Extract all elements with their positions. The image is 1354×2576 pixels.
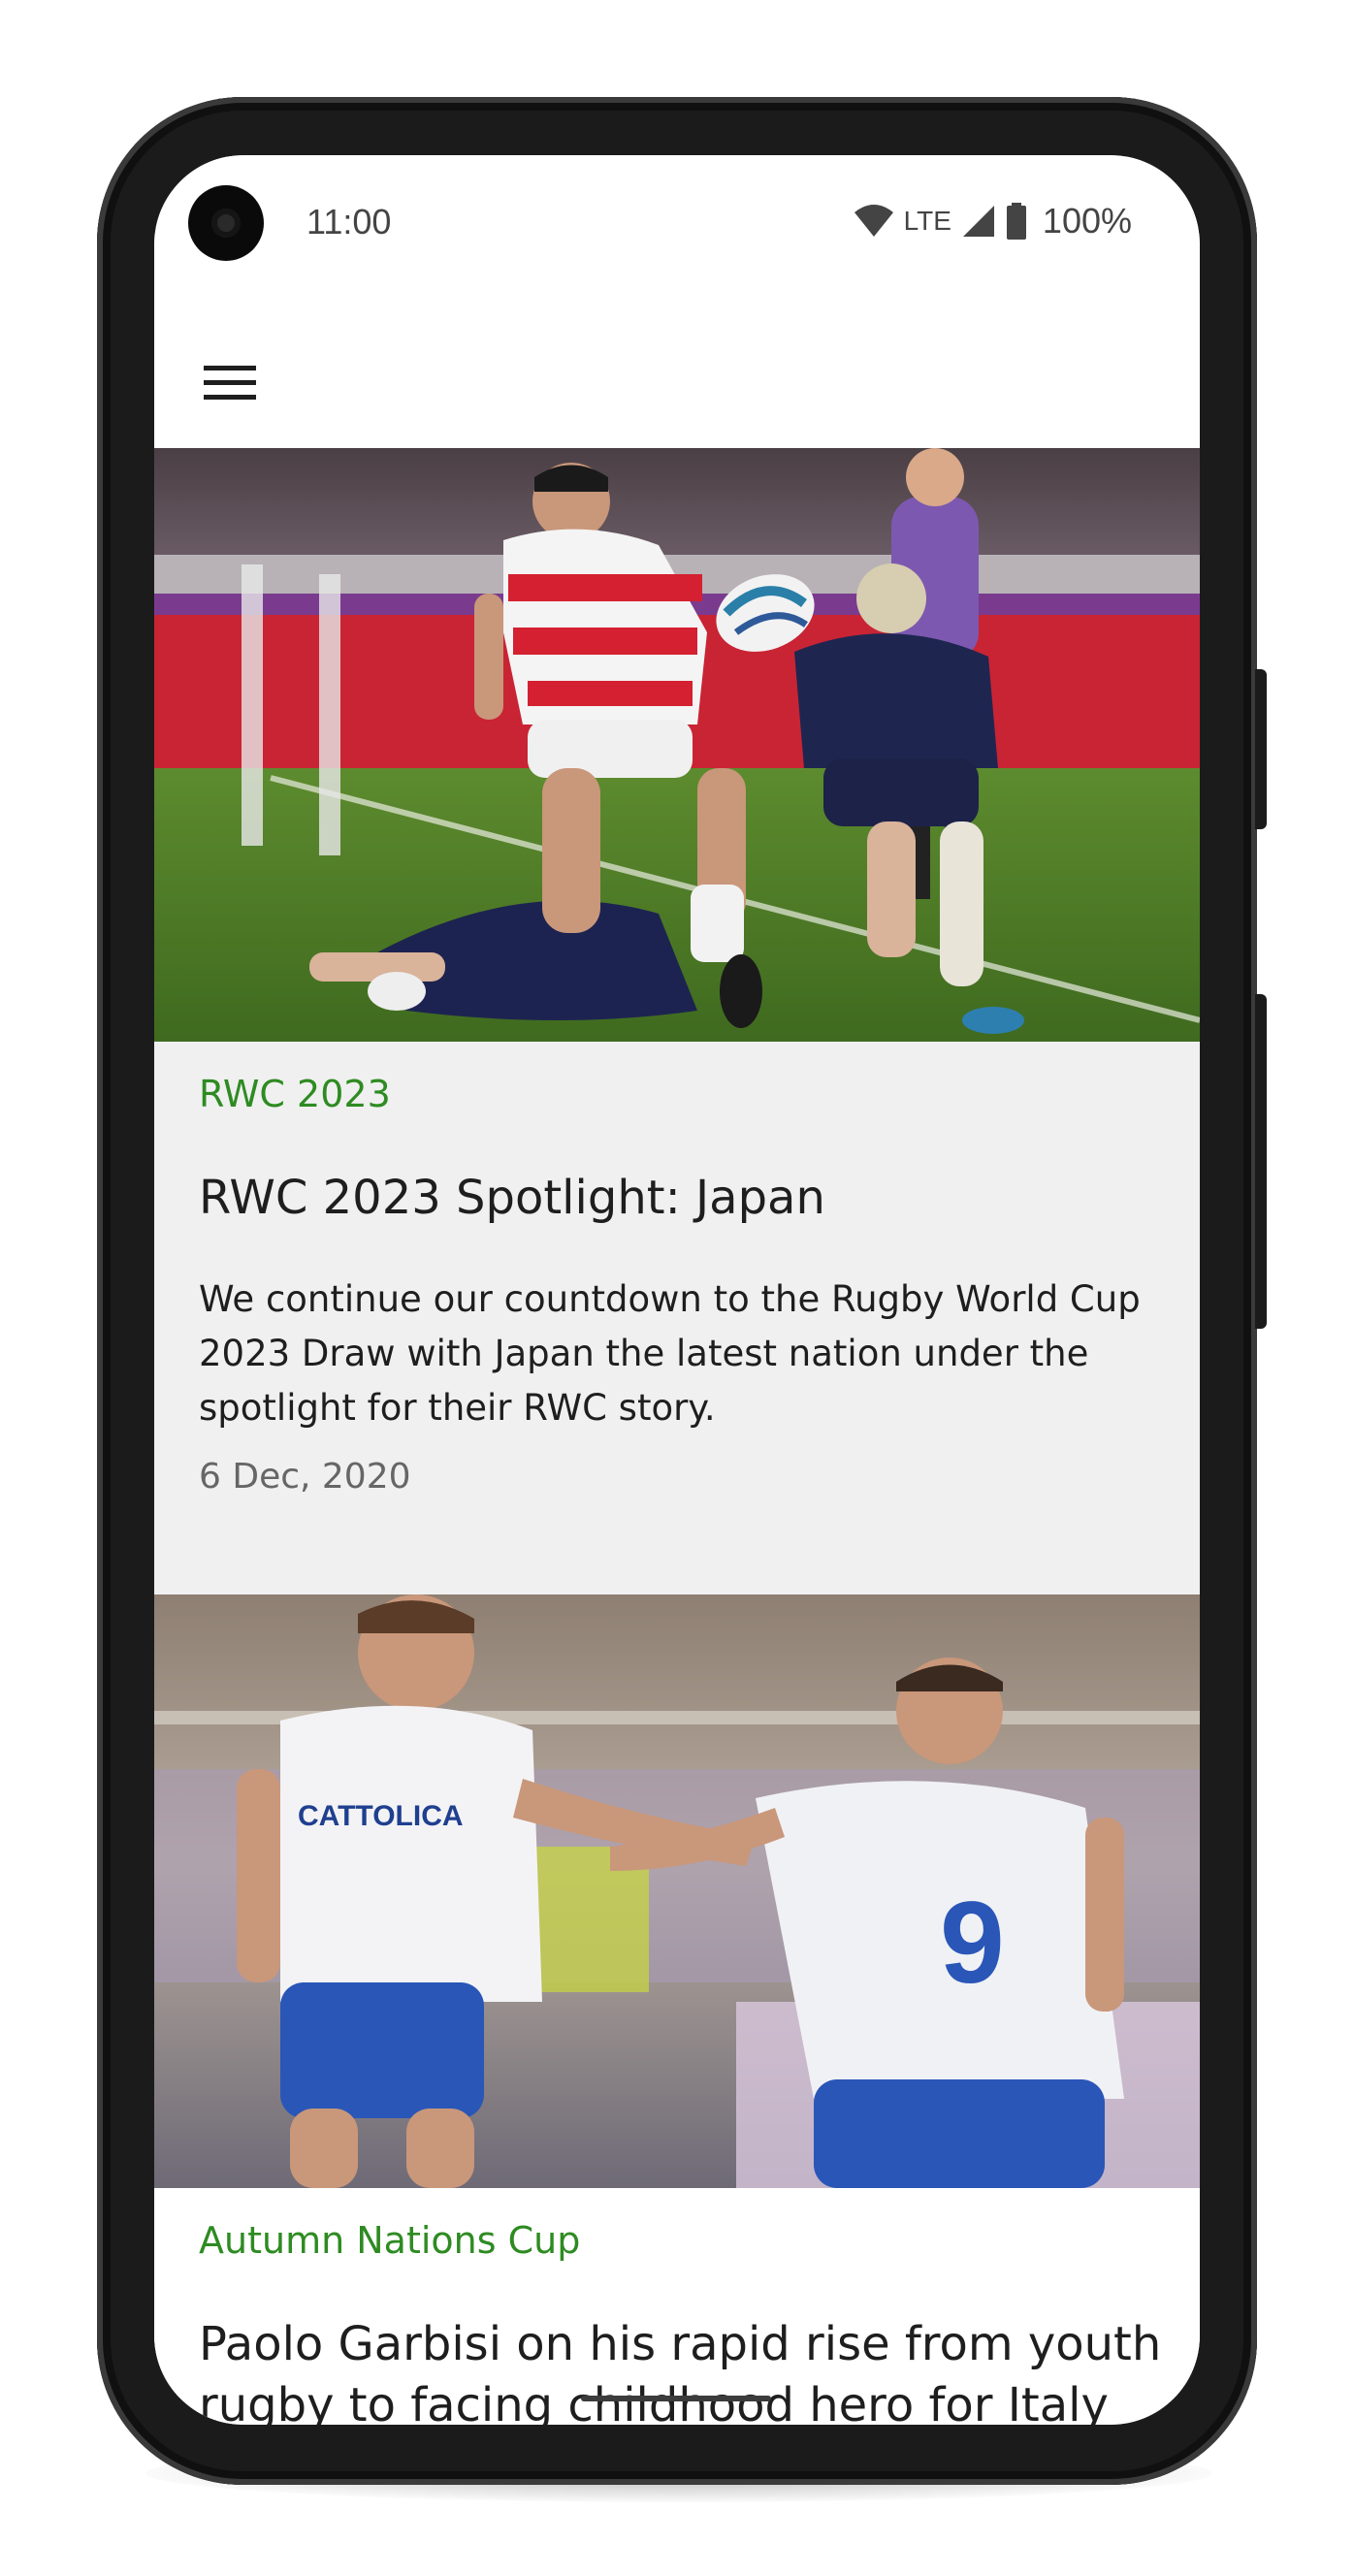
menu-button[interactable] bbox=[191, 349, 269, 417]
wifi-icon bbox=[854, 205, 893, 237]
power-button bbox=[1255, 669, 1267, 829]
home-indicator[interactable] bbox=[581, 2396, 771, 2401]
svg-text:CATTOLICA: CATTOLICA bbox=[298, 1800, 464, 1832]
article-card[interactable]: CATTOLICA 9 Autumn Nations Cup Paolo Gar… bbox=[154, 1594, 1200, 2425]
volume-button bbox=[1255, 994, 1267, 1329]
status-icons: LTE 100% bbox=[854, 200, 1132, 242]
article-title-line-2[interactable]: rugby to facing childhood hero for Italy bbox=[199, 2378, 1159, 2425]
status-time: 11:00 bbox=[306, 202, 392, 242]
article-category: Autumn Nations Cup bbox=[199, 2219, 581, 2262]
article-image bbox=[154, 448, 1200, 1042]
battery-percent: 100% bbox=[1042, 201, 1132, 241]
italy-players-photo: CATTOLICA 9 bbox=[154, 1594, 1200, 2188]
battery-icon bbox=[1006, 203, 1026, 240]
front-camera bbox=[188, 185, 264, 261]
rugby-tackle-photo bbox=[154, 448, 1200, 1042]
phone-screen: 11:00 LTE 100% RWC 2023 RWC 2023 Spotlig… bbox=[154, 155, 1200, 2425]
app-toolbar bbox=[154, 310, 1200, 448]
svg-text:9: 9 bbox=[940, 1878, 1005, 2008]
article-image: CATTOLICA 9 bbox=[154, 1594, 1200, 2188]
network-type: LTE bbox=[903, 206, 951, 236]
hamburger-menu-icon bbox=[204, 366, 256, 400]
status-bar: 11:00 LTE 100% bbox=[154, 155, 1200, 310]
article-date: 6 Dec, 2020 bbox=[199, 1457, 411, 1497]
article-title-line-1[interactable]: Paolo Garbisi on his rapid rise from you… bbox=[199, 2317, 1161, 2371]
device-stage: 11:00 LTE 100% RWC 2023 RWC 2023 Spotlig… bbox=[0, 0, 1354, 2576]
article-card[interactable]: RWC 2023 RWC 2023 Spotlight: Japan We co… bbox=[154, 448, 1200, 1594]
article-title[interactable]: RWC 2023 Spotlight: Japan bbox=[199, 1171, 1159, 1225]
news-feed[interactable]: RWC 2023 RWC 2023 Spotlight: Japan We co… bbox=[154, 448, 1200, 2425]
article-summary: We continue our countdown to the Rugby W… bbox=[199, 1278, 1141, 1429]
signal-icon bbox=[962, 206, 994, 237]
article-category: RWC 2023 bbox=[199, 1073, 391, 1115]
